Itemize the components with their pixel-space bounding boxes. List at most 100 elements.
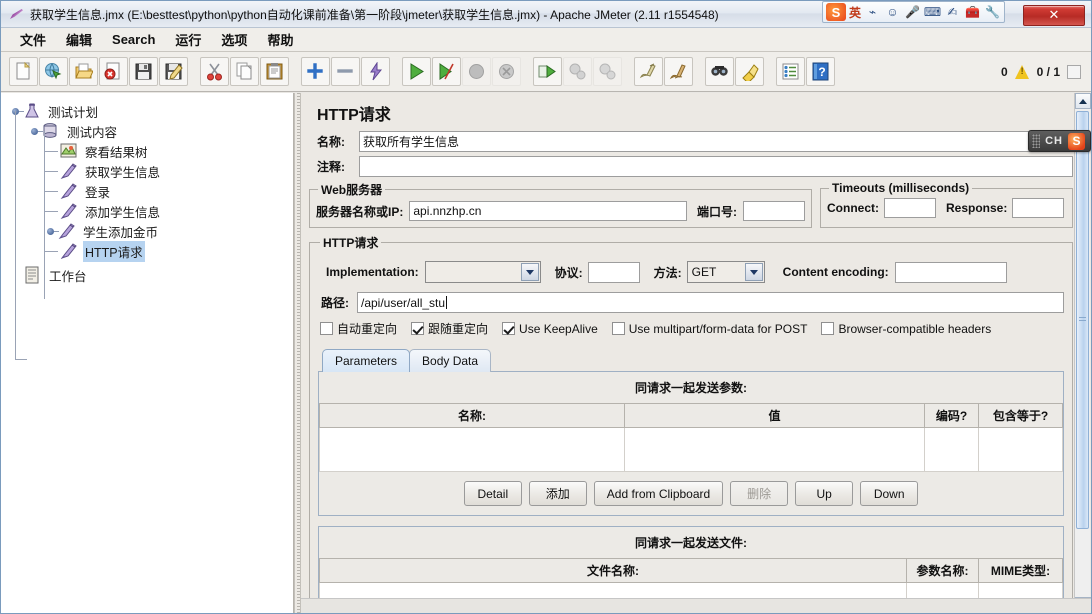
copy-icon[interactable] <box>230 57 259 86</box>
menu-edit[interactable]: 编辑 <box>57 27 101 52</box>
column-param-name[interactable]: 参数名称: <box>906 558 979 583</box>
tree-label[interactable]: 登录 <box>83 181 112 202</box>
tree-label-selected[interactable]: HTTP请求 <box>83 240 145 262</box>
menu-search[interactable]: Search <box>103 29 164 50</box>
expand-handle-icon[interactable] <box>30 127 43 136</box>
column-mime-type[interactable]: MIME类型: <box>978 558 1063 583</box>
tree-label[interactable]: 测试计划 <box>46 101 100 122</box>
checkbox-box[interactable] <box>411 322 425 335</box>
tree-label[interactable]: 测试内容 <box>65 121 119 142</box>
tree-label[interactable]: 获取学生信息 <box>83 161 162 182</box>
expand-handle-icon[interactable] <box>46 227 59 236</box>
tree-node-test-plan[interactable]: 测试计划 <box>11 101 293 121</box>
parameters-table[interactable]: 名称: 值 编码? 包含等于? <box>319 403 1063 472</box>
chevron-down-icon[interactable] <box>744 263 763 281</box>
ime-mode-label[interactable]: CH <box>1045 135 1063 147</box>
checkbox-box[interactable] <box>821 322 835 335</box>
ime-floating-bar[interactable]: CH S <box>1028 130 1091 152</box>
remote-start-icon[interactable] <box>533 57 562 86</box>
tree-label[interactable]: 学生添加金币 <box>81 221 160 242</box>
expand-icon[interactable] <box>301 57 330 86</box>
up-button[interactable]: Up <box>795 481 854 506</box>
search-icon[interactable] <box>705 57 734 86</box>
protocol-input[interactable] <box>587 261 640 283</box>
menu-help[interactable]: 帮助 <box>258 27 302 52</box>
add-button[interactable]: 添加 <box>528 481 587 506</box>
tree-node-workbench[interactable]: 工作台 <box>11 265 293 285</box>
clear-all-icon[interactable] <box>664 57 693 86</box>
toolbox-icon[interactable]: 🧰 <box>964 4 981 21</box>
checkbox-follow-redirects[interactable]: 跟随重定向 <box>411 320 488 337</box>
method-select[interactable]: GET <box>686 261 765 283</box>
tree-label[interactable]: 察看结果树 <box>83 141 150 162</box>
checkbox-box[interactable] <box>502 322 516 335</box>
down-button[interactable]: Down <box>860 481 919 506</box>
start-icon[interactable] <box>402 57 431 86</box>
split-divider[interactable] <box>294 93 301 613</box>
column-file-name[interactable]: 文件名称: <box>319 558 907 583</box>
templates-icon[interactable] <box>39 57 68 86</box>
menu-file[interactable]: 文件 <box>11 27 55 52</box>
chevron-down-icon[interactable] <box>520 263 539 281</box>
smiley-icon[interactable]: ☺ <box>884 4 901 21</box>
ime-dot-icon[interactable]: ⌁ <box>864 4 881 21</box>
add-from-clipboard-button[interactable]: Add from Clipboard <box>593 481 724 506</box>
checkbox-browser-compatible-headers[interactable]: Browser-compatible headers <box>821 322 991 336</box>
test-plan-tree[interactable]: 测试计划 测试内容 察看结果树 获取学生信息 登录 添加学生信息 学生添加金币 … <box>1 93 293 360</box>
microphone-icon[interactable]: 🎤 <box>904 4 921 21</box>
toggle-icon[interactable] <box>361 57 390 86</box>
tree-node-add-coins[interactable]: 学生添加金币 <box>11 221 293 241</box>
ime-logo-icon[interactable]: S <box>825 3 846 21</box>
tab-body-data[interactable]: Body Data <box>409 349 492 372</box>
cut-icon[interactable] <box>200 57 229 86</box>
right-pane-vertical-scrollbar[interactable] <box>1074 93 1091 613</box>
comment-input[interactable] <box>359 156 1073 177</box>
close-icon[interactable] <box>99 57 128 86</box>
tab-parameters[interactable]: Parameters <box>322 349 411 372</box>
scroll-up-arrow-icon[interactable] <box>1075 93 1091 109</box>
help-icon[interactable]: ? <box>806 57 835 86</box>
save-icon[interactable] <box>129 57 158 86</box>
port-input[interactable] <box>743 201 805 221</box>
column-name[interactable]: 名称: <box>319 403 625 428</box>
keyboard-icon[interactable]: ⌨ <box>924 4 941 21</box>
implementation-select[interactable] <box>424 261 541 283</box>
content-encoding-input[interactable] <box>894 261 1007 283</box>
sogou-logo-icon[interactable]: S <box>1068 132 1085 150</box>
close-window-button[interactable]: ✕ <box>1023 4 1085 26</box>
tree-node-thread-group[interactable]: 测试内容 <box>11 121 293 141</box>
server-input[interactable]: api.nnzhp.cn <box>409 201 687 221</box>
collapse-icon[interactable] <box>331 57 360 86</box>
table-empty-row[interactable] <box>319 427 1063 472</box>
ime-language-bar[interactable]: S 英 ⌁ ☺ 🎤 ⌨ ✍ 🧰 🔧 <box>821 1 1005 23</box>
search-reset-icon[interactable] <box>735 57 764 86</box>
wrench-icon[interactable]: 🔧 <box>984 4 1001 21</box>
connect-input[interactable] <box>884 198 936 218</box>
column-include-equals[interactable]: 包含等于? <box>978 403 1063 428</box>
column-encode[interactable]: 编码? <box>924 403 979 428</box>
menu-options[interactable]: 选项 <box>212 27 256 52</box>
detail-button[interactable]: Detail <box>463 481 522 506</box>
function-helper-icon[interactable] <box>776 57 805 86</box>
start-no-pauses-icon[interactable] <box>432 57 461 86</box>
handwriting-icon[interactable]: ✍ <box>944 4 961 21</box>
menu-run[interactable]: 运行 <box>166 27 210 52</box>
response-input[interactable] <box>1012 198 1065 218</box>
paste-icon[interactable] <box>260 57 289 86</box>
save-as-icon[interactable] <box>159 57 188 86</box>
ime-language-label[interactable]: 英 <box>849 4 861 21</box>
ime-drag-handle[interactable] <box>1032 134 1041 148</box>
tree-label[interactable]: 添加学生信息 <box>83 201 162 222</box>
scrollbar-thumb[interactable] <box>1076 111 1089 529</box>
checkbox-auto-redirect[interactable]: 自动重定向 <box>320 320 397 337</box>
open-icon[interactable] <box>69 57 98 86</box>
name-input[interactable]: 获取所有学生信息 <box>359 131 1073 152</box>
tree-label[interactable]: 工作台 <box>47 265 89 286</box>
checkbox-box[interactable] <box>611 322 625 335</box>
test-plan-tree-panel[interactable]: 测试计划 测试内容 察看结果树 获取学生信息 登录 添加学生信息 学生添加金币 … <box>1 93 294 613</box>
checkbox-keepalive[interactable]: Use KeepAlive <box>502 322 598 336</box>
new-icon[interactable] <box>9 57 38 86</box>
warning-icon[interactable] <box>1014 65 1030 79</box>
path-input[interactable]: /api/user/all_stu <box>357 292 1064 313</box>
column-value[interactable]: 值 <box>624 403 925 428</box>
